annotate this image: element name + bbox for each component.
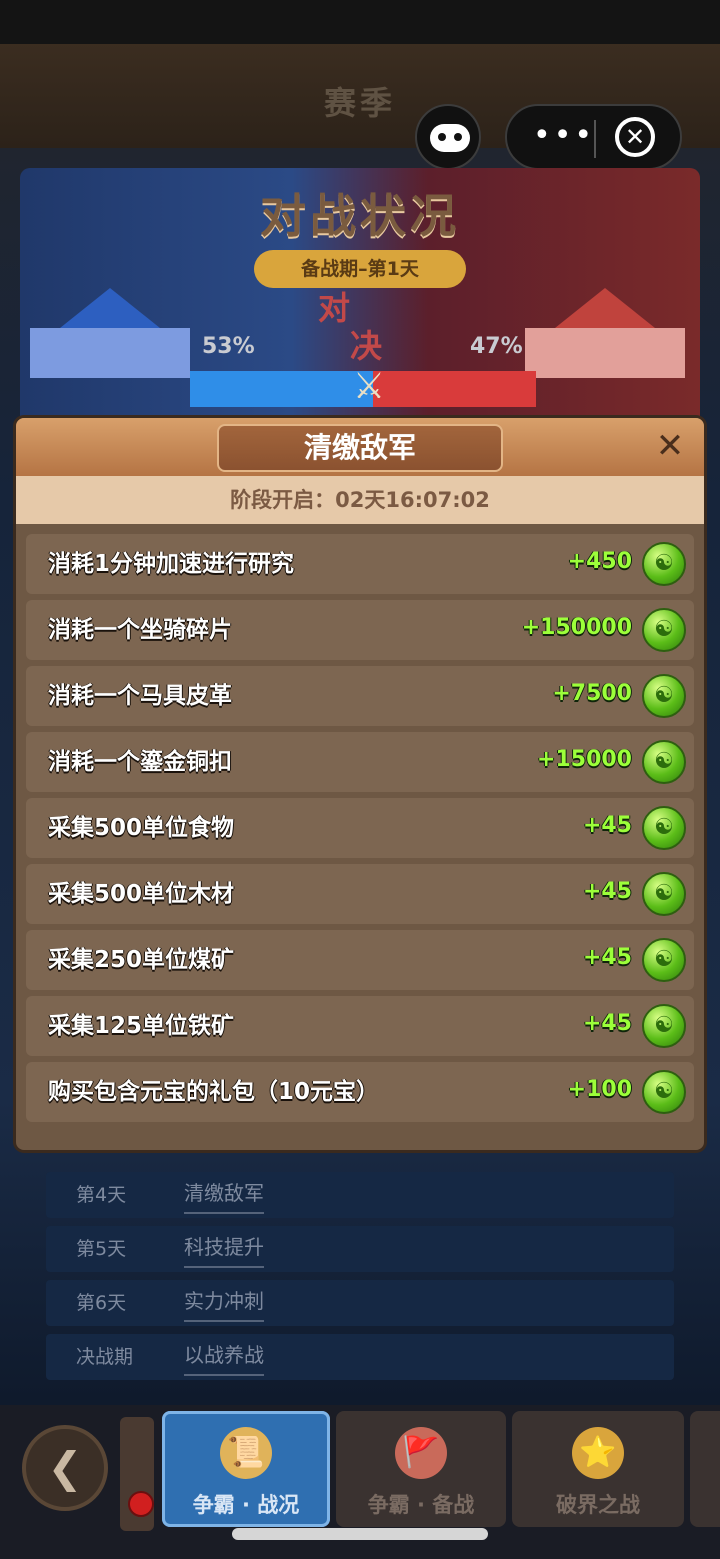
- jade-dragon-icon: ☯: [642, 1070, 686, 1114]
- task-label: 购买包含元宝的礼包（10元宝）: [48, 1079, 380, 1105]
- tab-battle-status[interactable]: 📜 争霸 · 战况: [162, 1411, 330, 1527]
- more-options-icon[interactable]: •••: [533, 121, 595, 151]
- task-points: +7500: [552, 681, 632, 706]
- game-center-button[interactable]: [415, 104, 481, 170]
- task-row: 采集500单位木材 +45 ☯: [26, 864, 694, 924]
- jade-dragon-icon: ☯: [642, 542, 686, 586]
- vs-char-bottom: 决: [350, 327, 383, 365]
- gamepad-icon: [430, 124, 470, 152]
- back-arrow-icon[interactable]: ❮: [22, 1425, 108, 1511]
- task-row: 购买包含元宝的礼包（10元宝） +100 ☯: [26, 1062, 694, 1122]
- banner-icon: 🚩: [395, 1427, 447, 1479]
- task-points: +45: [582, 945, 632, 970]
- task-row: 消耗一个鎏金铜扣 +15000 ☯: [26, 732, 694, 792]
- task-label: 采集500单位木材: [48, 881, 235, 907]
- task-label: 消耗一个坐骑碎片: [48, 617, 232, 643]
- task-row: 采集250单位煤矿 +45 ☯: [26, 930, 694, 990]
- crossed-swords-icon: ⚔: [352, 366, 386, 407]
- scroll-icon: 📜: [220, 1427, 272, 1479]
- task-label: 消耗一个马具皮革: [48, 683, 232, 709]
- notification-dot: [128, 1491, 154, 1517]
- schedule-event[interactable]: 以战养战: [184, 1338, 264, 1376]
- schedule-row[interactable]: 第6天 实力冲刺: [46, 1280, 674, 1326]
- blue-percent: 53%: [202, 334, 255, 359]
- task-points: +45: [582, 1011, 632, 1036]
- tab-breakthrough-war[interactable]: ⭐ 破界之战: [512, 1411, 684, 1527]
- schedule-day: 决战期: [76, 1346, 134, 1368]
- task-label: 消耗一个鎏金铜扣: [48, 749, 232, 775]
- schedule-row[interactable]: 第5天 科技提升: [46, 1226, 674, 1272]
- task-points: +450: [567, 549, 632, 574]
- close-miniprogram-icon[interactable]: ✕: [615, 117, 655, 157]
- phase-pill: 备战期–第1天: [254, 250, 466, 288]
- medal-icon: ⭐: [572, 1427, 624, 1479]
- schedule-row[interactable]: 决战期 以战养战: [46, 1334, 674, 1380]
- battle-title: 对战状况: [260, 189, 460, 243]
- red-castle-icon: [525, 258, 685, 383]
- red-percent: 47%: [470, 334, 523, 359]
- jade-dragon-icon: ☯: [642, 608, 686, 652]
- battle-status-panel: 对战状况 备战期–第1天 对 决 53% 47% ⚔: [20, 168, 700, 430]
- task-row: 消耗一个坐骑碎片 +150000 ☯: [26, 600, 694, 660]
- task-row: 消耗一个马具皮革 +7500 ☯: [26, 666, 694, 726]
- schedule-event[interactable]: 清缴敌军: [184, 1176, 264, 1214]
- red-progress-bar: [373, 371, 536, 407]
- modal-title: 清缴敌军: [217, 424, 503, 472]
- home-indicator: [232, 1528, 488, 1540]
- jade-dragon-icon: ☯: [642, 938, 686, 982]
- schedule-day: 第4天: [76, 1184, 127, 1206]
- task-label: 采集500单位食物: [48, 815, 235, 841]
- jade-dragon-icon: ☯: [642, 740, 686, 784]
- schedule-row[interactable]: 第4天 清缴敌军: [46, 1172, 674, 1218]
- capsule-divider: [594, 120, 596, 158]
- jade-dragon-icon: ☯: [642, 806, 686, 850]
- task-points: +45: [582, 813, 632, 838]
- task-points: +100: [567, 1077, 632, 1102]
- task-row: 采集500单位食物 +45 ☯: [26, 798, 694, 858]
- task-modal: 清缴敌军 ✕ 阶段开启：02天16:07:02 消耗1分钟加速进行研究 +450 ☯…: [16, 418, 704, 1150]
- task-label: 消耗1分钟加速进行研究: [48, 551, 295, 577]
- task-points: +15000: [537, 747, 632, 772]
- schedule-day: 第6天: [76, 1292, 127, 1314]
- vs-char-top: 对: [318, 289, 351, 327]
- status-bar: [0, 0, 720, 44]
- tab-label: 争霸 · 备战: [367, 1493, 475, 1517]
- task-row: 采集125单位铁矿 +45 ☯: [26, 996, 694, 1056]
- modal-header: 清缴敌军 ✕: [16, 418, 704, 476]
- task-label: 采集250单位煤矿: [48, 947, 235, 973]
- schedule-day: 第5天: [76, 1238, 127, 1260]
- tab-label: 破界之战: [556, 1493, 640, 1517]
- schedule-event[interactable]: 科技提升: [184, 1230, 264, 1268]
- mini-program-capsule: ••• ✕: [505, 104, 682, 170]
- jade-dragon-icon: ☯: [642, 872, 686, 916]
- task-list[interactable]: 消耗1分钟加速进行研究 +450 ☯ 消耗一个坐骑碎片 +150000 ☯ 消耗一个马具皮革…: [26, 524, 694, 1124]
- jade-dragon-icon: ☯: [642, 674, 686, 718]
- task-row: 消耗1分钟加速进行研究 +450 ☯: [26, 534, 694, 594]
- task-points: +45: [582, 879, 632, 904]
- phase-open-timer: 阶段开启：02天16:07:02: [16, 476, 704, 524]
- tab-label: 争霸 · 战况: [192, 1493, 300, 1517]
- blue-castle-icon: [30, 258, 190, 383]
- task-label: 采集125单位铁矿: [48, 1013, 235, 1039]
- jade-dragon-icon: ☯: [642, 1004, 686, 1048]
- nav-tab-edge[interactable]: [690, 1411, 720, 1527]
- modal-close-icon[interactable]: ✕: [650, 426, 690, 466]
- tab-battle-prep[interactable]: 🚩 争霸 · 备战: [336, 1411, 506, 1527]
- task-points: +150000: [521, 615, 632, 640]
- schedule-event[interactable]: 实力冲刺: [184, 1284, 264, 1322]
